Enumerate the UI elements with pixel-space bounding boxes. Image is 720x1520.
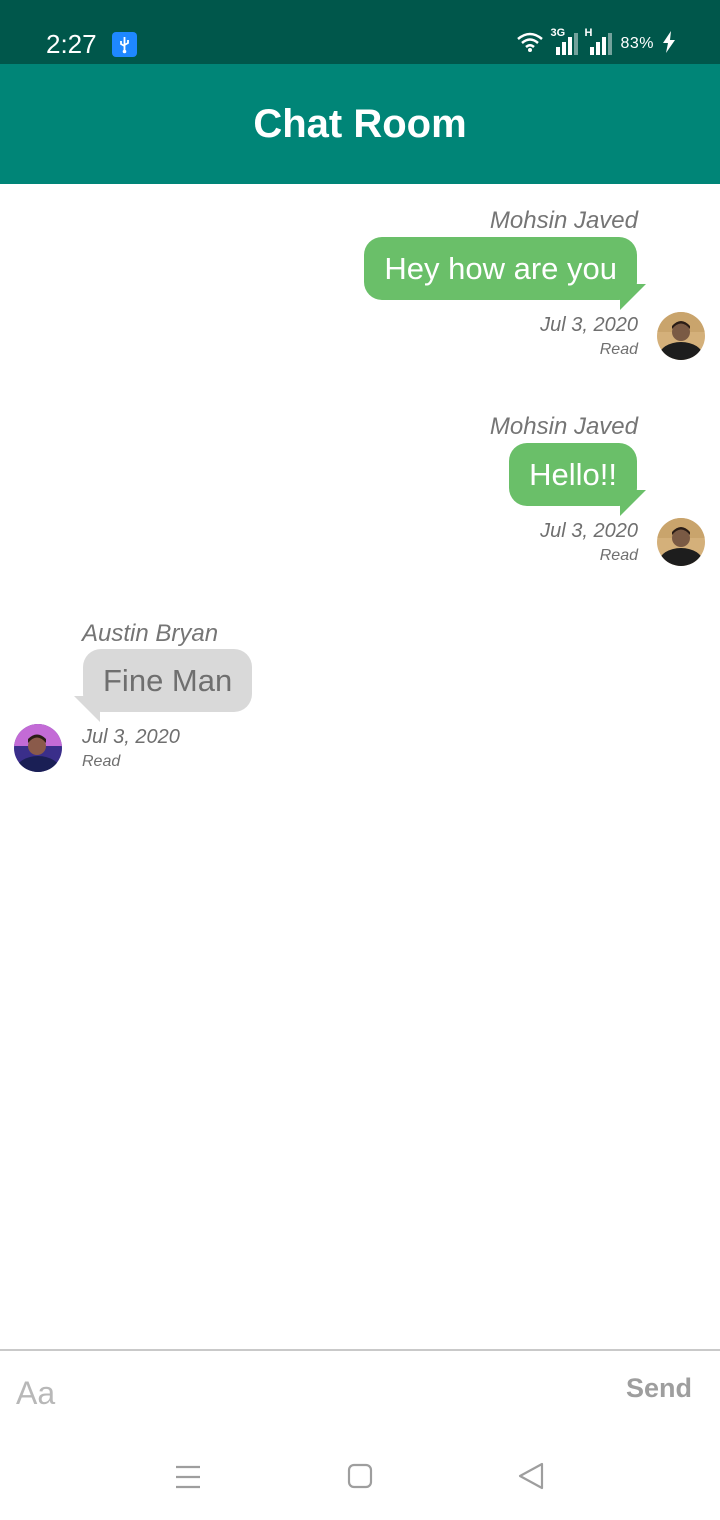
wifi-icon (516, 31, 544, 58)
menu-icon[interactable] (168, 1461, 208, 1493)
status-icons: 3G H 83% (516, 27, 676, 58)
network-type-label: H (584, 27, 593, 39)
avatar[interactable] (14, 724, 62, 772)
message-status: Read (82, 753, 121, 770)
message-sender: Austin Bryan (82, 620, 219, 647)
signal-icon: H (584, 27, 613, 55)
page-title: Chat Room (253, 101, 467, 146)
message-bubble[interactable]: Fine Man (83, 649, 253, 712)
message-sender: Mohsin Javed (489, 413, 638, 440)
message-sender: Mohsin Javed (489, 207, 638, 234)
bubble-tail (620, 490, 646, 516)
message-bubble[interactable]: Hey how are you (364, 237, 637, 300)
bubble-tail (74, 696, 100, 722)
home-icon[interactable] (340, 1461, 380, 1493)
usb-icon (112, 32, 137, 57)
network-type-label: 3G (550, 27, 566, 39)
message-status: Read (599, 341, 638, 358)
composer: Send (0, 1351, 720, 1435)
avatar[interactable] (657, 518, 705, 566)
send-button[interactable]: Send (626, 1373, 692, 1404)
signal-icon: 3G (550, 27, 579, 55)
message-status: Read (599, 547, 638, 564)
message-date: Jul 3, 2020 (540, 314, 638, 336)
message-date: Jul 3, 2020 (540, 520, 638, 542)
bubble-tail (620, 284, 646, 310)
message-input[interactable] (16, 1371, 576, 1415)
status-time: 2:27 (46, 29, 97, 59)
avatar[interactable] (657, 312, 705, 360)
message-bubble[interactable]: Hello!! (509, 443, 637, 506)
message-date: Jul 3, 2020 (82, 726, 180, 748)
status-bar: 2:27 3G H 83% (0, 0, 720, 64)
battery-level: 83% (620, 35, 654, 52)
back-icon[interactable] (511, 1461, 551, 1493)
app-bar: Chat Room (0, 64, 720, 184)
charging-icon (662, 30, 676, 58)
system-nav-bar (0, 1435, 720, 1520)
